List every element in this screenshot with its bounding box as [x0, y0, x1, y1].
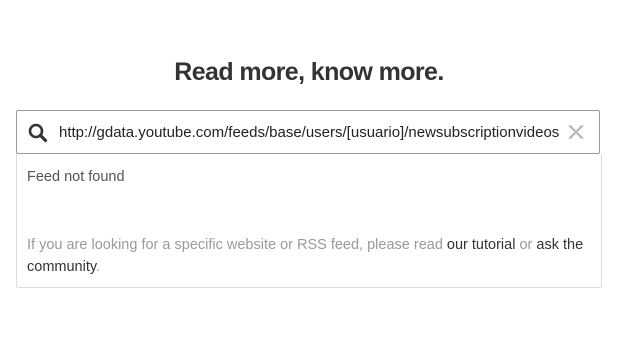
help-text: If you are looking for a specific websit… [27, 234, 593, 278]
search-input[interactable] [59, 120, 559, 144]
help-text-middle: or [515, 237, 537, 253]
help-text-suffix: . [96, 259, 101, 275]
close-icon[interactable] [565, 121, 587, 143]
feed-not-found-message: Feed not found [27, 169, 125, 185]
search-results-panel: Feed not found If you are looking for a … [16, 154, 602, 288]
help-text-prefix: If you are looking for a specific websit… [27, 237, 447, 253]
search-box[interactable] [16, 110, 600, 154]
page-title: Read more, know more. [174, 58, 444, 86]
search-icon [27, 122, 49, 144]
tutorial-link[interactable]: our tutorial [447, 237, 516, 253]
